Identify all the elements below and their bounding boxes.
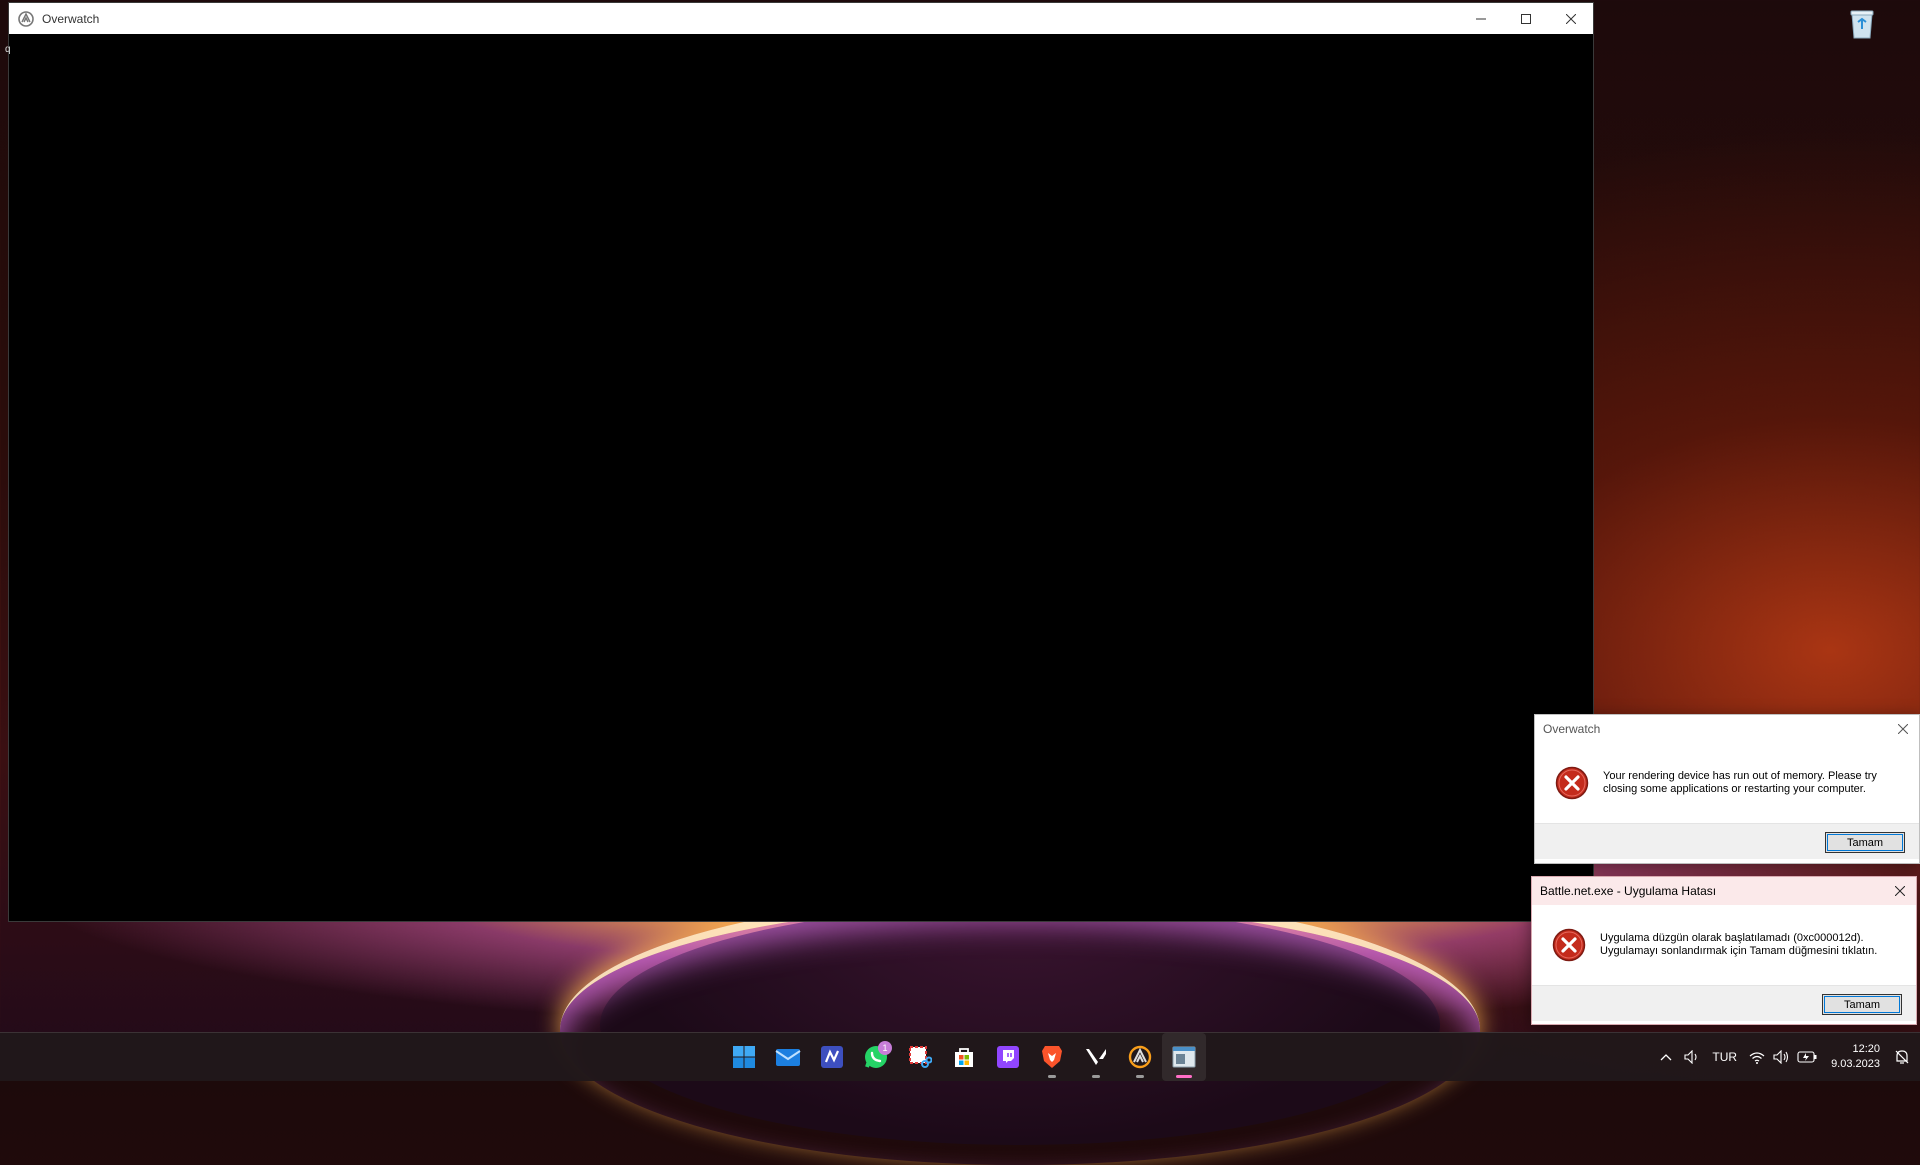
taskbar-active-window[interactable]	[1162, 1033, 1206, 1081]
overwatch-error-dialog: Overwatch Your rendering device has run …	[1534, 714, 1920, 864]
stray-text: q	[5, 44, 11, 55]
dialog-title: Overwatch	[1543, 722, 1601, 736]
dialog-close-button[interactable]	[1890, 881, 1910, 901]
close-button[interactable]	[1548, 3, 1593, 34]
show-hidden-icons-button[interactable]	[1654, 1033, 1678, 1081]
running-indicator	[1136, 1075, 1144, 1078]
ok-button[interactable]: Tamam	[1825, 832, 1905, 853]
overwatch-window: Overwatch q	[5, 2, 1594, 922]
valorant-icon	[1086, 1049, 1106, 1065]
taskbar-valorant[interactable]	[1074, 1033, 1118, 1081]
game-viewport[interactable]: q	[5, 34, 1593, 921]
wallpaper-shape	[600, 905, 1440, 1145]
close-icon	[1898, 724, 1908, 734]
snipping-tool-icon	[909, 1046, 932, 1068]
microsoft-store-icon	[955, 1048, 973, 1067]
notification-center-button[interactable]	[1888, 1033, 1920, 1081]
tray-speaker-button[interactable]	[1678, 1033, 1706, 1081]
taskbar-mail[interactable]	[766, 1033, 810, 1081]
taskbar-notes[interactable]	[810, 1033, 854, 1081]
ok-button[interactable]: Tamam	[1822, 994, 1902, 1015]
brave-browser-icon	[1042, 1046, 1062, 1068]
maximize-button[interactable]	[1503, 3, 1548, 34]
overwatch-icon	[1128, 1045, 1152, 1069]
clock-time: 12:20	[1852, 1043, 1880, 1055]
error-icon	[1555, 766, 1589, 800]
dialog-titlebar[interactable]: Battle.net.exe - Uygulama Hatası	[1532, 877, 1916, 905]
notification-bell-icon	[1895, 1050, 1909, 1064]
dialog-message: Your rendering device has run out of mem…	[1603, 770, 1877, 795]
wifi-icon	[1749, 1051, 1765, 1064]
active-window-icon	[1172, 1046, 1196, 1068]
running-indicator	[1092, 1075, 1100, 1078]
battery-icon	[1797, 1051, 1817, 1063]
taskbar-overwatch[interactable]	[1118, 1033, 1162, 1081]
twitch-icon	[997, 1046, 1019, 1068]
dialog-title: Battle.net.exe - Uygulama Hatası	[1540, 884, 1717, 898]
chevron-up-icon	[1660, 1054, 1672, 1061]
battlenet-error-dialog: Battle.net.exe - Uygulama Hatası Uygulam…	[1531, 876, 1917, 1025]
quick-settings-button[interactable]	[1743, 1033, 1823, 1081]
input-language[interactable]: TUR	[1706, 1033, 1743, 1081]
minimize-icon	[1475, 18, 1486, 19]
dialog-close-button[interactable]	[1893, 719, 1913, 739]
recycle-bin-icon[interactable]	[1848, 8, 1876, 40]
taskbar: 1 TUR 12:20 9.03.2023	[0, 1032, 1920, 1081]
taskbar-snipping-tool[interactable]	[898, 1033, 942, 1081]
start-icon	[733, 1046, 755, 1068]
start-button[interactable]	[722, 1033, 766, 1081]
close-icon	[1565, 13, 1576, 24]
clock-date: 9.03.2023	[1831, 1058, 1880, 1070]
taskbar-twitch[interactable]	[986, 1033, 1030, 1081]
dialog-titlebar[interactable]: Overwatch	[1535, 715, 1919, 743]
running-indicator	[1048, 1075, 1056, 1078]
close-icon	[1895, 886, 1905, 896]
window-titlebar[interactable]: Overwatch	[9, 3, 1593, 34]
taskbar-apps: 1	[722, 1033, 1206, 1081]
notes-app-icon	[821, 1046, 843, 1068]
maximize-icon	[1520, 13, 1531, 24]
minimize-button[interactable]	[1458, 3, 1503, 34]
running-indicator	[1176, 1075, 1192, 1078]
speaker-icon	[1684, 1050, 1697, 1064]
taskbar-whatsapp[interactable]: 1	[854, 1033, 898, 1081]
taskbar-brave[interactable]	[1030, 1033, 1074, 1081]
overwatch-app-icon	[18, 10, 34, 27]
taskbar-store[interactable]	[942, 1033, 986, 1081]
mail-icon	[775, 1049, 801, 1066]
volume-icon	[1773, 1050, 1789, 1064]
system-tray: TUR 12:20 9.03.2023	[1654, 1033, 1920, 1081]
window-title: Overwatch	[42, 11, 100, 26]
dialog-message: Uygulama düzgün olarak başlatılamadı (0x…	[1600, 932, 1878, 957]
notification-badge: 1	[878, 1041, 892, 1055]
clock[interactable]: 12:20 9.03.2023	[1823, 1033, 1888, 1081]
error-icon	[1552, 928, 1586, 962]
